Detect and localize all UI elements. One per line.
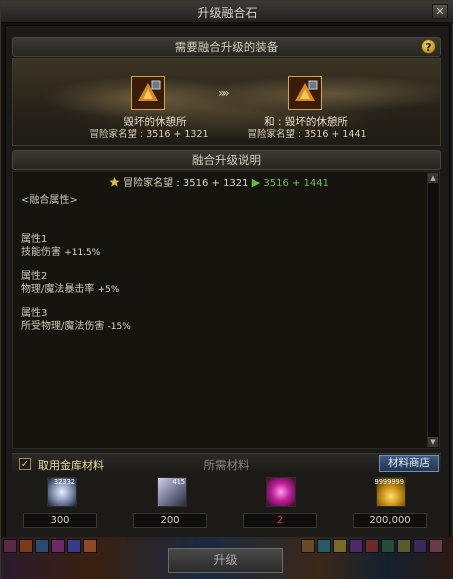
reputation-current: 冒险家名望 : 3516 + 1321 xyxy=(123,178,249,189)
hud-slot xyxy=(365,539,379,553)
upgrade-arrows: »» xyxy=(218,86,230,100)
material-shop-button[interactable]: 材料商店 xyxy=(379,455,439,472)
scroll-down-icon[interactable]: ▼ xyxy=(428,437,438,447)
description-panel: 冒险家名望 : 3516 + 1321 ▶ 3516 + 1441 <融合属性>… xyxy=(12,171,440,449)
hud-slot xyxy=(349,539,363,553)
hud-slot xyxy=(19,539,33,553)
materials-title: 所需材料 xyxy=(203,458,250,472)
attr1-name: 技能伤害 xyxy=(21,247,61,258)
hud-slot xyxy=(333,539,347,553)
hud-slot xyxy=(317,539,331,553)
attr2-value: +5% xyxy=(97,285,120,295)
source-item-slot[interactable] xyxy=(131,76,165,110)
result-item-slot[interactable] xyxy=(288,76,322,110)
material-qty-2: 200 xyxy=(133,513,207,528)
armor-icon xyxy=(132,77,164,109)
medal-icon xyxy=(109,176,120,187)
hud-slot xyxy=(429,539,443,553)
attr1-label: 属性1 xyxy=(21,234,48,245)
close-button[interactable]: ✕ xyxy=(432,4,448,19)
armor-icon xyxy=(289,77,321,109)
hud-slot xyxy=(413,539,427,553)
attr3-name: 所受物理/魔法伤害 xyxy=(21,321,105,332)
hud-slot xyxy=(51,539,65,553)
desc-section-title: 融合升级说明 xyxy=(192,153,261,167)
arrow-right-icon: ▶ xyxy=(251,176,261,189)
scroll-up-icon[interactable]: ▲ xyxy=(428,173,438,183)
hud-slot xyxy=(67,539,81,553)
attr3-line: 所受物理/魔法伤害 -15% xyxy=(21,320,131,334)
help-icon[interactable]: ? xyxy=(421,39,436,54)
stack-count: 415 xyxy=(172,478,185,486)
material-qty-1: 300 xyxy=(23,513,97,528)
hud-slot xyxy=(397,539,411,553)
material-slot-1[interactable]: 32332 xyxy=(47,477,77,507)
title-bar[interactable]: 升级融合石 ✕ xyxy=(1,1,453,23)
reputation-new: 3516 + 1441 xyxy=(263,178,330,189)
attr2-line: 物理/魔法暴击率 +5% xyxy=(21,283,131,297)
description-scrollbar[interactable]: ▲ ▼ xyxy=(427,173,438,447)
attr3-value: -15% xyxy=(107,322,131,332)
material-slot-4[interactable]: 9999999 xyxy=(374,477,406,507)
materials-header: ✓ 取用金库材料 所需材料 材料商店 xyxy=(12,453,441,473)
attr2-name: 物理/魔法暴击率 xyxy=(21,284,95,295)
attr2-label: 属性2 xyxy=(21,271,48,282)
attr3-label: 属性3 xyxy=(21,308,48,319)
stack-count: 32332 xyxy=(53,478,75,486)
fusion-attributes: <融合属性> 属性1 技能伤害 +11.5% 属性2 物理/魔法暴击率 +5% … xyxy=(21,194,131,334)
reputation-change: 冒险家名望 : 3516 + 1321 ▶ 3516 + 1441 xyxy=(13,174,425,189)
equip-section-header: 需要融合升级的装备 ? xyxy=(12,37,441,57)
upgrade-button[interactable]: 升级 xyxy=(168,548,283,573)
stack-count: 9999999 xyxy=(374,478,404,486)
equip-section-title: 需要融合升级的装备 xyxy=(174,40,279,54)
hud-slot xyxy=(381,539,395,553)
material-slot-3[interactable] xyxy=(266,477,296,507)
material-qty-4: 200,000 xyxy=(353,513,427,528)
material-qty-3: 2 xyxy=(243,513,317,528)
source-item-reputation: 冒险家名望 : 3516 + 1321 xyxy=(89,129,209,140)
hud-slot xyxy=(3,539,17,553)
window-title: 升级融合石 xyxy=(197,6,258,20)
hud-slot xyxy=(83,539,97,553)
upgrade-fusion-stone-window: 升级融合石 ✕ 需要融合升级的装备 ? 毁坏的休憩所 冒险家名望 : 3516 … xyxy=(0,0,453,579)
desc-section-header: 融合升级说明 xyxy=(12,150,441,170)
close-icon: ✕ xyxy=(435,5,445,18)
attributes-heading: <融合属性> xyxy=(21,195,78,206)
attr1-line: 技能伤害 +11.5% xyxy=(21,246,131,260)
hud-slot xyxy=(301,539,315,553)
result-item-reputation: 冒险家名望 : 3516 + 1441 xyxy=(247,129,367,140)
hud-slot xyxy=(35,539,49,553)
material-slot-2[interactable]: 415 xyxy=(157,477,187,507)
attr1-value: +11.5% xyxy=(64,248,101,258)
